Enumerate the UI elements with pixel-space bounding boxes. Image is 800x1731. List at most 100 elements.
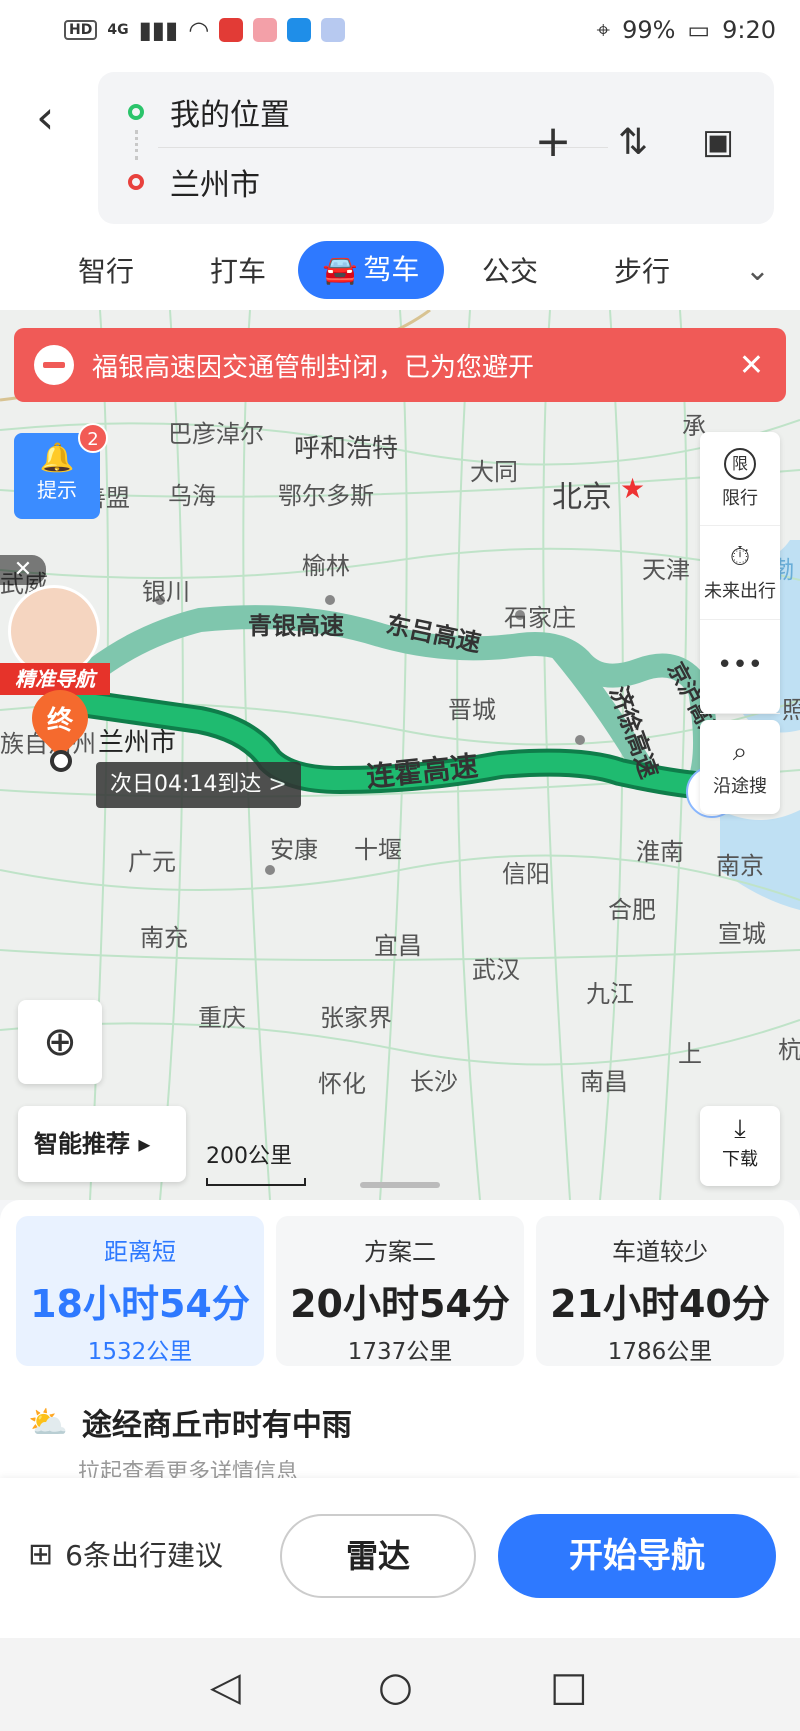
clock-icon: ⏱ (729, 542, 751, 572)
car-icon: 🚘 (322, 253, 358, 286)
app-icon-red (219, 18, 244, 42)
close-icon[interactable]: ✕ (0, 555, 46, 585)
plan-card-1[interactable]: 距离短 18小时54分 1532公里 (16, 1216, 264, 1366)
capital-star-icon: ★ (620, 472, 646, 505)
route-header: ‹ 我的位置 兰州市 + ⇅ ▣ (0, 60, 800, 230)
location-icon: ⌖ (596, 16, 611, 44)
plan-duration: 18小时54分 (30, 1282, 250, 1326)
road-label: 青银高速 (248, 612, 344, 640)
road-closure-alert: 福银高速因交通管制封闭，已为您避开 ✕ (14, 328, 786, 402)
future-trip-button[interactable]: ⏱ 未来出行 (700, 526, 780, 620)
restriction-icon: 限 (724, 447, 756, 480)
place-label: 照 (782, 696, 800, 724)
place-label: 乌海 (168, 482, 216, 510)
alert-text: 福银高速因交通管制封闭，已为您避开 (92, 352, 535, 383)
search-along-button[interactable]: ⌕ 沿途搜 (700, 720, 780, 814)
crosshair-icon: ⊕ (43, 1019, 77, 1065)
clock: 9:20 (722, 16, 776, 44)
place-label: 巴彦淖尔 (168, 420, 264, 448)
voice-pack-widget[interactable]: 精准导航 ✕ (0, 555, 110, 695)
tips-button[interactable]: 🔔 提示 2 (14, 423, 108, 519)
download-button[interactable]: ⤓ 下载 (700, 1106, 780, 1186)
place-label: 长沙 (410, 1068, 458, 1096)
place-label: 淮南 (636, 838, 684, 866)
close-icon[interactable]: ✕ (739, 348, 764, 383)
destination-label: 兰州市 (98, 728, 177, 758)
place-label: 鄂尔多斯 (278, 482, 374, 510)
trip-advice-button[interactable]: ⊞ 6条出行建议 (28, 1534, 223, 1574)
back-triangle-icon[interactable]: ◁ (210, 1664, 241, 1710)
tab-drive[interactable]: 🚘 驾车 (298, 241, 444, 299)
rain-cloud-icon: ⛅ (28, 1403, 68, 1441)
mode-tabs: 智行 打车 🚘 驾车 公交 步行 ⌄ (0, 230, 800, 310)
place-label: 大同 (470, 458, 518, 486)
place-label: 北京 (552, 480, 612, 515)
app-icon-blue (287, 18, 312, 42)
plan-card-2[interactable]: 方案二 20小时54分 1737公里 (276, 1216, 524, 1366)
action-bar: ⊞ 6条出行建议 雷达 开始导航 (0, 1478, 800, 1638)
home-circle-icon[interactable]: ○ (378, 1664, 413, 1710)
place-label: 晋城 (448, 696, 496, 724)
hd-indicator: HD (64, 20, 98, 40)
place-label: 广元 (128, 848, 176, 876)
place-label: 榆林 (302, 552, 350, 580)
wifi-icon: ◠ (188, 16, 210, 44)
system-nav-bar: ◁ ○ □ (0, 1638, 800, 1731)
place-label: 张家界 (320, 1004, 392, 1032)
place-label: 十堰 (354, 836, 402, 864)
plan-duration: 20小时54分 (290, 1282, 510, 1326)
place-label: 武汉 (472, 956, 520, 984)
place-label: 天津 (642, 556, 690, 584)
plan-duration: 21小时40分 (550, 1282, 770, 1326)
place-label: 银川 (142, 578, 190, 606)
end-pin-dot-icon (50, 750, 72, 772)
origin-row[interactable]: 我的位置 (128, 82, 290, 142)
signal-indicator: 4G (107, 22, 129, 38)
search-along-panel: ⌕ 沿途搜 (700, 720, 780, 814)
place-label: 上 (678, 1040, 702, 1068)
drag-handle[interactable] (360, 1182, 440, 1188)
tab-bus[interactable]: 公交 (444, 250, 576, 290)
tab-drive-label: 驾车 (363, 253, 420, 286)
restriction-button[interactable]: 限 限行 (700, 432, 780, 526)
swap-route-icon[interactable]: ⇅ (603, 122, 663, 163)
place-label: 重庆 (198, 1004, 246, 1032)
plan-title: 方案二 (364, 1238, 436, 1266)
car-settings-icon[interactable]: ▣ (688, 122, 748, 162)
add-waypoint-icon[interactable]: + (523, 116, 583, 167)
place-label: 南昌 (580, 1068, 628, 1096)
tips-badge: 2 (78, 423, 108, 453)
place-label: 九江 (586, 980, 634, 1008)
place-label: 宜昌 (374, 932, 422, 960)
plan-distance: 1786公里 (607, 1339, 713, 1365)
tab-smart[interactable]: 智行 (40, 250, 172, 290)
recents-square-icon[interactable]: □ (550, 1664, 588, 1710)
locate-button[interactable]: ⊕ (18, 1000, 102, 1084)
back-icon[interactable]: ‹ (36, 92, 76, 142)
weather-alert[interactable]: ⛅ 途经商丘市时有中雨 (28, 1400, 352, 1444)
place-label: 石家庄 (504, 604, 576, 632)
place-label: 信阳 (502, 860, 550, 888)
weather-text: 途经商丘市时有中雨 (81, 1408, 352, 1443)
tab-walk[interactable]: 步行 (576, 250, 708, 290)
plan-card-3[interactable]: 车道较少 21小时40分 1786公里 (536, 1216, 784, 1366)
download-icon: ⤓ (734, 1114, 746, 1144)
destination-row[interactable]: 兰州市 (128, 152, 260, 212)
tab-taxi[interactable]: 打车 (172, 250, 304, 290)
smart-recommend-button[interactable]: 智能推荐 ▸ (18, 1106, 186, 1182)
more-button[interactable]: ••• (700, 620, 780, 714)
no-entry-icon (34, 345, 74, 385)
start-navigation-button[interactable]: 开始导航 (498, 1514, 776, 1598)
end-pin-label: 终 (46, 706, 73, 736)
radar-button[interactable]: 雷达 (280, 1514, 476, 1598)
chevron-down-icon[interactable]: ⌄ (745, 253, 770, 288)
map-side-panel: 限 限行 ⏱ 未来出行 ••• (700, 432, 780, 714)
restriction-label: 限行 (722, 487, 758, 509)
eta-chip[interactable]: 次日04:14到达 > (96, 762, 301, 808)
plan-title: 车道较少 (612, 1238, 708, 1266)
trip-advice-label: 6条出行建议 (65, 1539, 223, 1572)
place-label: 宣城 (718, 920, 766, 948)
search-along-label: 沿途搜 (713, 775, 767, 797)
more-icon: ••• (716, 649, 763, 680)
origin-text: 我的位置 (170, 98, 290, 133)
